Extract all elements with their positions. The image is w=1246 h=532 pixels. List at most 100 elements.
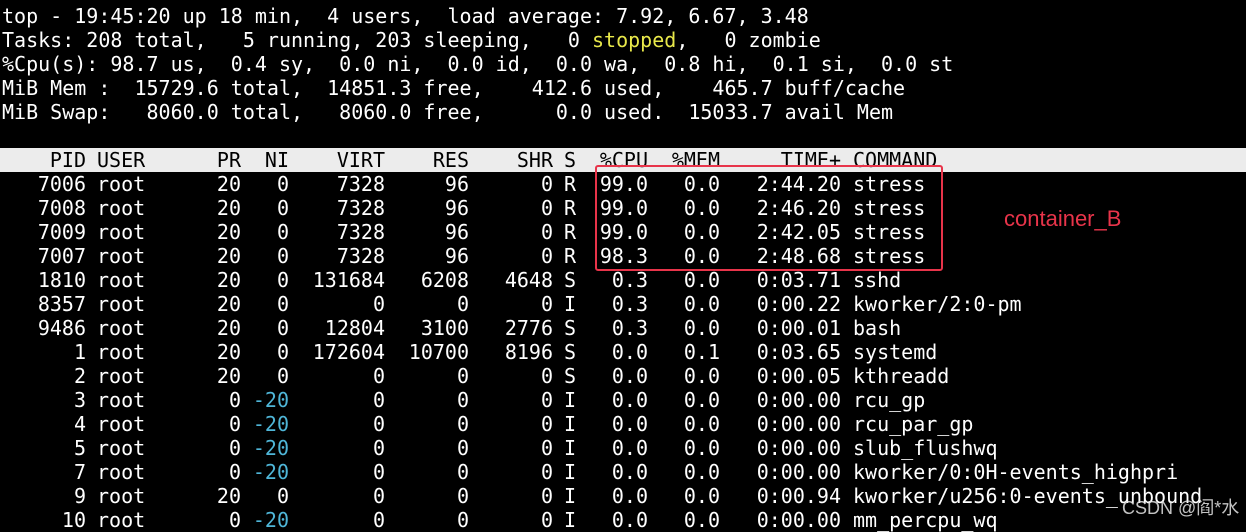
process-row[interactable]: 7 root 0 -20 0 0 0 I 0.0 0.0 0:00.00 kworker/0:0H-e… — [0, 460, 1246, 484]
cell-res: 10700 — [408, 340, 469, 364]
process-row[interactable]: 3 root 0 -20 0 0 0 I 0.0 0.0 0:00.00 rcu_gp — [0, 388, 1246, 412]
cell-shr: 0 — [540, 388, 553, 412]
cell-ni: 0 — [276, 268, 289, 292]
cell-pid: 4 — [73, 412, 86, 436]
cell-cpu: 0.0 — [611, 460, 648, 484]
cell-ni: -20 — [252, 388, 289, 412]
cell-mem: 0.0 — [683, 364, 720, 388]
process-row[interactable]: 9 root 20 0 0 0 0 I 0.0 0.0 0:00.94 kworker/u256:0-… — [0, 484, 1246, 508]
mem-line: MiB Mem : 15729.6 total, 14851.3 free, 4… — [2, 76, 906, 100]
cell-pr: 0 — [228, 460, 241, 484]
cell-s: S — [564, 340, 577, 364]
cell-res: 0 — [456, 388, 469, 412]
cell-virt: 0 — [372, 412, 385, 436]
cell-cpu: 0.3 — [611, 316, 648, 340]
col-res-header[interactable]: RES — [385, 148, 469, 172]
cell-pid: 1 — [73, 340, 86, 364]
cell-user: root — [97, 196, 146, 220]
cell-pid: 8357 — [37, 292, 86, 316]
col-pid-header[interactable]: PID — [14, 148, 86, 172]
cell-virt: 7328 — [336, 196, 385, 220]
cell-s: I — [564, 436, 577, 460]
cell-command: mm_percpu_wq — [853, 508, 998, 532]
cell-ni: 0 — [276, 484, 289, 508]
cell-pr: 20 — [216, 244, 241, 268]
cell-ni: -20 — [252, 460, 289, 484]
watermark: CSDN @阎*水 — [1122, 498, 1240, 518]
cell-command: sshd — [853, 268, 902, 292]
process-row[interactable]: 4 root 0 -20 0 0 0 I 0.0 0.0 0:00.00 rcu_par_gp — [0, 412, 1246, 436]
cell-command: bash — [853, 316, 902, 340]
col-pr-header[interactable]: PR — [193, 148, 241, 172]
cell-pr: 0 — [228, 508, 241, 532]
cell-ni: 0 — [276, 244, 289, 268]
cell-shr: 0 — [540, 364, 553, 388]
cell-user: root — [97, 412, 146, 436]
col-shr-header[interactable]: SHR — [469, 148, 553, 172]
cell-mem: 0.0 — [683, 412, 720, 436]
cell-virt: 0 — [372, 508, 385, 532]
cell-s: S — [564, 268, 577, 292]
cell-time: 0:00.00 — [756, 412, 841, 436]
cell-res: 96 — [444, 220, 469, 244]
cell-s: R — [564, 220, 577, 244]
cell-shr: 0 — [540, 436, 553, 460]
cell-time: 0:00.00 — [756, 460, 841, 484]
cell-res: 0 — [456, 460, 469, 484]
cell-user: root — [97, 268, 146, 292]
col-user-header[interactable]: USER — [97, 148, 145, 172]
tasks-line: Tasks: 208 total, 5 running, 203 sleepin… — [2, 28, 821, 52]
cell-time: 0:00.00 — [756, 436, 841, 460]
process-row[interactable]: 2 root 20 0 0 0 0 S 0.0 0.0 0:00.05 kthreadd — [0, 364, 1246, 388]
cell-shr: 0 — [540, 244, 553, 268]
process-row[interactable]: 9486 root 20 0 12804 3100 2776 S 0.3 0.0 0:00.01 ba… — [0, 316, 1246, 340]
cell-virt: 7328 — [336, 244, 385, 268]
cell-user: root — [97, 220, 146, 244]
col-state-header[interactable]: S — [564, 148, 576, 172]
cell-ni: 0 — [276, 196, 289, 220]
cell-cpu: 0.0 — [611, 364, 648, 388]
cell-pr: 20 — [216, 220, 241, 244]
cell-pid: 7008 — [37, 196, 86, 220]
cell-ni: 0 — [276, 316, 289, 340]
process-row[interactable]: 8357 root 20 0 0 0 0 I 0.3 0.0 0:00.22 kworker/2:0-… — [0, 292, 1246, 316]
cpu-line: %Cpu(s): 98.7 us, 0.4 sy, 0.0 ni, 0.0 id… — [2, 52, 954, 76]
cell-pr: 20 — [216, 316, 241, 340]
cell-s: I — [564, 460, 577, 484]
process-row[interactable]: 1810 root 20 0 131684 6208 4648 S 0.3 0.0 0:03.71 s… — [0, 268, 1246, 292]
cell-command: kworker/2:0-pm — [853, 292, 1022, 316]
process-row[interactable]: 10 root 0 -20 0 0 0 I 0.0 0.0 0:00.00 mm_percpu_wq — [0, 508, 1246, 532]
cell-pr: 20 — [216, 268, 241, 292]
cell-cpu: 0.3 — [611, 292, 648, 316]
cell-s: I — [564, 292, 577, 316]
cell-pid: 5 — [73, 436, 86, 460]
cell-command: rcu_par_gp — [853, 412, 974, 436]
cell-time: 0:03.71 — [756, 268, 841, 292]
cell-shr: 0 — [540, 196, 553, 220]
cell-user: root — [97, 460, 146, 484]
cell-user: root — [97, 244, 146, 268]
cell-cpu: 0.0 — [611, 508, 648, 532]
cell-pr: 20 — [216, 292, 241, 316]
cell-user: root — [97, 316, 146, 340]
cell-s: R — [564, 196, 577, 220]
process-row[interactable]: 1 root 20 0 172604 10700 8196 S 0.0 0.1 0:03.65 sys… — [0, 340, 1246, 364]
cell-user: root — [97, 436, 146, 460]
cell-virt: 0 — [372, 484, 385, 508]
cell-time: 0:00.00 — [756, 508, 841, 532]
cell-virt: 7328 — [336, 220, 385, 244]
cell-time: 0:00.22 — [756, 292, 841, 316]
cell-res: 0 — [456, 484, 469, 508]
cell-pr: 0 — [228, 388, 241, 412]
cell-virt: 0 — [372, 364, 385, 388]
col-ni-header[interactable]: NI — [241, 148, 289, 172]
process-row[interactable]: 5 root 0 -20 0 0 0 I 0.0 0.0 0:00.00 slub_flushwq — [0, 436, 1246, 460]
cell-command: slub_flushwq — [853, 436, 998, 460]
col-virt-header[interactable]: VIRT — [289, 148, 385, 172]
cell-shr: 0 — [540, 484, 553, 508]
cell-s: I — [564, 412, 577, 436]
cell-user: root — [97, 484, 146, 508]
cell-s: I — [564, 508, 577, 532]
cell-ni: -20 — [252, 412, 289, 436]
cell-s: R — [564, 244, 577, 268]
